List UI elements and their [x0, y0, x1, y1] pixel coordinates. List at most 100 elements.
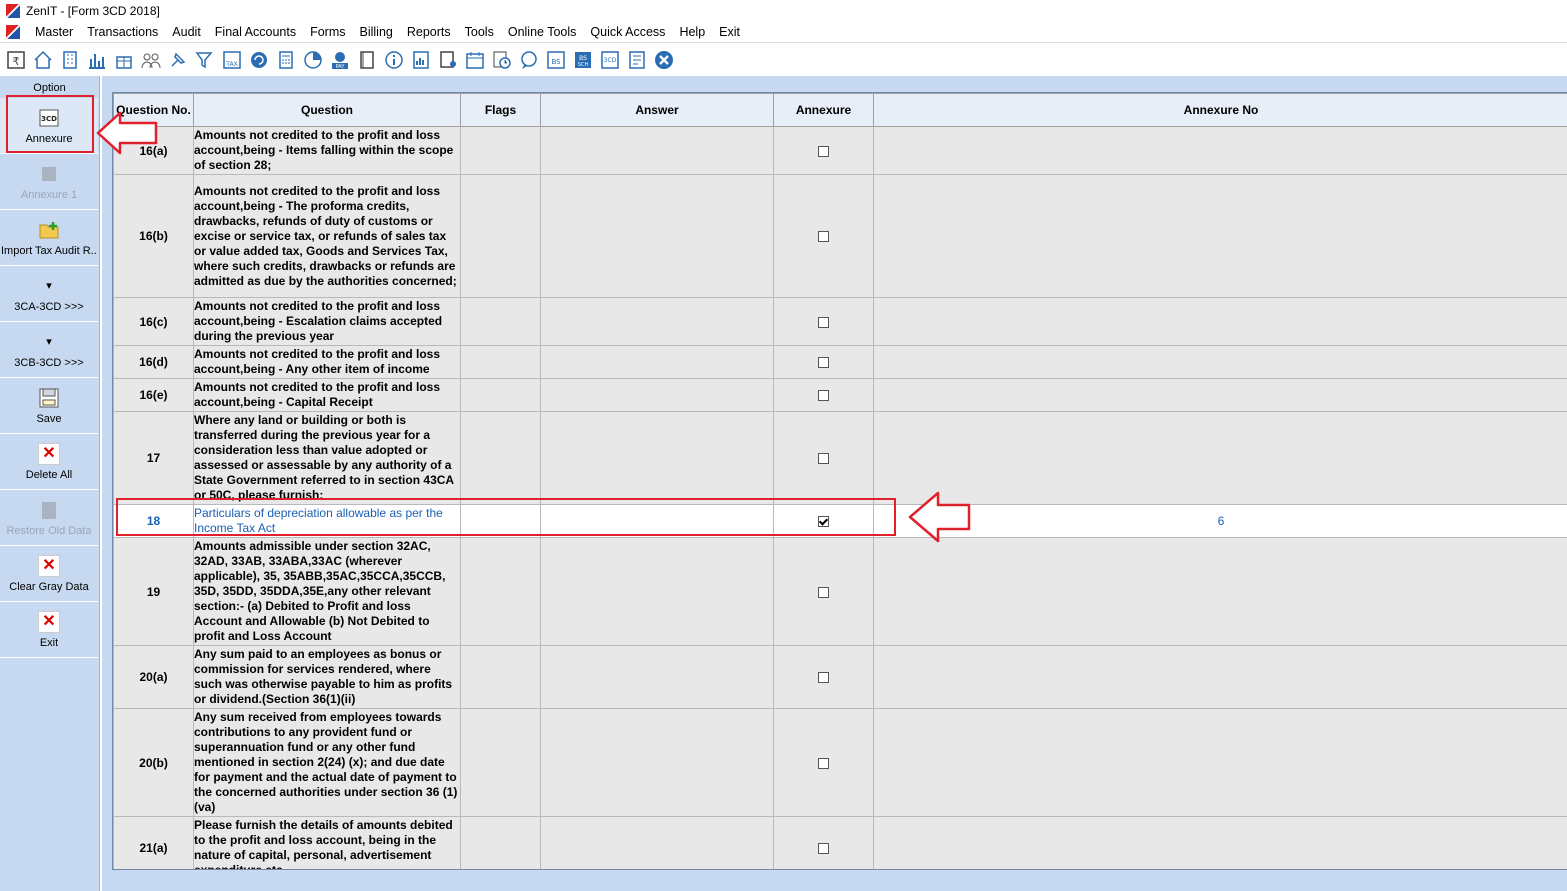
col-header-question[interactable]: Question [193, 93, 461, 127]
table-row[interactable]: 21(a) Please furnish the details of amou… [113, 816, 1567, 869]
question-no-cell[interactable]: 20(a) [113, 645, 194, 709]
answer-cell[interactable] [540, 174, 774, 298]
report-icon[interactable] [410, 49, 432, 71]
bs-icon[interactable]: BS [545, 49, 567, 71]
annexure-cell[interactable] [773, 816, 874, 869]
flags-cell[interactable] [460, 411, 541, 505]
annexure-1-button[interactable]: Annexure 1 [0, 154, 98, 210]
answer-cell[interactable] [540, 126, 774, 175]
exit-button[interactable]: ✕ Exit [0, 602, 98, 658]
annexure-no-cell[interactable] [873, 645, 1567, 709]
question-no-cell[interactable]: 16(e) [113, 378, 194, 412]
annexure-checkbox[interactable] [818, 231, 829, 243]
annexure-checkbox[interactable] [818, 586, 829, 598]
home-icon[interactable] [32, 49, 54, 71]
question-cell[interactable]: Amounts not credited to the profit and l… [193, 126, 461, 175]
menu-quick-access[interactable]: Quick Access [583, 25, 672, 39]
annexure-no-cell[interactable] [873, 537, 1567, 646]
table-row-selected[interactable]: 18 Particulars of depreciation allowable… [113, 504, 1567, 538]
app-menu-icon[interactable] [6, 25, 20, 39]
tax-icon[interactable]: TAX [221, 49, 243, 71]
table-row[interactable]: 16(c) Amounts not credited to the profit… [113, 297, 1567, 346]
answer-cell[interactable] [540, 297, 774, 346]
annexure-cell[interactable] [773, 345, 874, 379]
flags-cell[interactable] [460, 378, 541, 412]
question-no-cell[interactable]: 21(a) [113, 816, 194, 869]
clock-icon[interactable] [491, 49, 513, 71]
import-tax-audit-button[interactable]: Import Tax Audit R... [0, 210, 98, 266]
annexure-checkbox[interactable] [818, 390, 829, 402]
answer-cell[interactable] [540, 708, 774, 817]
horizontal-scrollbar[interactable] [112, 871, 1567, 885]
3cb-3cd-button[interactable]: ▾ 3CB-3CD >>> [0, 322, 98, 378]
annexure-checkbox[interactable] [818, 357, 829, 369]
annexure-checkbox[interactable] [818, 453, 829, 465]
answer-cell[interactable] [540, 645, 774, 709]
calendar-icon[interactable] [464, 49, 486, 71]
user-doc-icon[interactable] [437, 49, 459, 71]
table-row[interactable]: 20(b) Any sum received from employees to… [113, 708, 1567, 817]
calculator-icon[interactable] [275, 49, 297, 71]
question-no-cell[interactable]: 17 [113, 411, 194, 505]
annexure-cell[interactable] [773, 174, 874, 298]
answer-cell[interactable] [540, 537, 774, 646]
annexure-no-cell[interactable] [873, 708, 1567, 817]
flags-cell[interactable] [460, 816, 541, 869]
refresh-icon[interactable] [248, 49, 270, 71]
answer-cell[interactable] [540, 411, 774, 505]
question-no-cell[interactable]: 20(b) [113, 708, 194, 817]
annexure-cell[interactable] [773, 504, 874, 538]
question-cell[interactable]: Amounts not credited to the profit and l… [193, 345, 461, 379]
answer-cell[interactable] [540, 345, 774, 379]
table-row[interactable]: 16(e) Amounts not credited to the profit… [113, 378, 1567, 412]
question-cell[interactable]: Amounts admissible under section 32AC, 3… [193, 537, 461, 646]
menu-master[interactable]: Master [28, 25, 80, 39]
question-no-cell[interactable]: 16(c) [113, 297, 194, 346]
menu-audit[interactable]: Audit [165, 25, 208, 39]
annexure-no-cell[interactable] [873, 297, 1567, 346]
answer-cell[interactable] [540, 504, 774, 538]
info-icon[interactable] [383, 49, 405, 71]
table-row[interactable]: 16(b) Amounts not credited to the profit… [113, 174, 1567, 298]
users-icon[interactable] [140, 49, 162, 71]
question-no-cell[interactable]: 19 [113, 537, 194, 646]
annexure-checkbox[interactable] [818, 757, 829, 769]
gift-icon[interactable] [113, 49, 135, 71]
answer-cell[interactable] [540, 816, 774, 869]
menu-tools[interactable]: Tools [458, 25, 501, 39]
question-cell[interactable]: Amounts not credited to the profit and l… [193, 297, 461, 346]
save-button[interactable]: Save [0, 378, 98, 434]
flags-cell[interactable] [460, 504, 541, 538]
question-no-cell[interactable]: 18 [113, 504, 194, 538]
question-cell[interactable]: Amounts not credited to the profit and l… [193, 378, 461, 412]
col-header-flags[interactable]: Flags [460, 93, 541, 127]
flags-cell[interactable] [460, 708, 541, 817]
col-header-question-no[interactable]: Question No. [113, 93, 194, 127]
menu-exit[interactable]: Exit [712, 25, 747, 39]
table-row[interactable]: 20(a) Any sum paid to an employees as bo… [113, 645, 1567, 709]
annexure-cell[interactable] [773, 708, 874, 817]
question-cell[interactable]: Please furnish the details of amounts de… [193, 816, 461, 869]
menu-billing[interactable]: Billing [353, 25, 400, 39]
annexure-no-cell[interactable] [873, 411, 1567, 505]
answer-cell[interactable] [540, 378, 774, 412]
col-header-annexure-no[interactable]: Annexure No [873, 93, 1567, 127]
flags-cell[interactable] [460, 645, 541, 709]
filter-icon[interactable] [194, 49, 216, 71]
flags-cell[interactable] [460, 174, 541, 298]
rupee-book-icon[interactable]: ₹ [5, 49, 27, 71]
close-icon[interactable] [653, 49, 675, 71]
annexure-cell[interactable] [773, 645, 874, 709]
pay-icon[interactable]: PAY [329, 49, 351, 71]
question-cell[interactable]: Particulars of depreciation allowable as… [193, 504, 461, 538]
annexure-cell[interactable] [773, 411, 874, 505]
question-cell[interactable]: Any sum paid to an employees as bonus or… [193, 645, 461, 709]
menu-forms[interactable]: Forms [303, 25, 352, 39]
restore-old-data-button[interactable]: Restore Old Data [0, 490, 98, 546]
question-no-cell[interactable]: 16(a) [113, 126, 194, 175]
annexure-checkbox[interactable] [818, 145, 829, 157]
table-row[interactable]: 16(d) Amounts not credited to the profit… [113, 345, 1567, 379]
pie-chart-icon[interactable] [302, 49, 324, 71]
annexure-cell[interactable] [773, 126, 874, 175]
annexure-no-cell[interactable] [873, 174, 1567, 298]
